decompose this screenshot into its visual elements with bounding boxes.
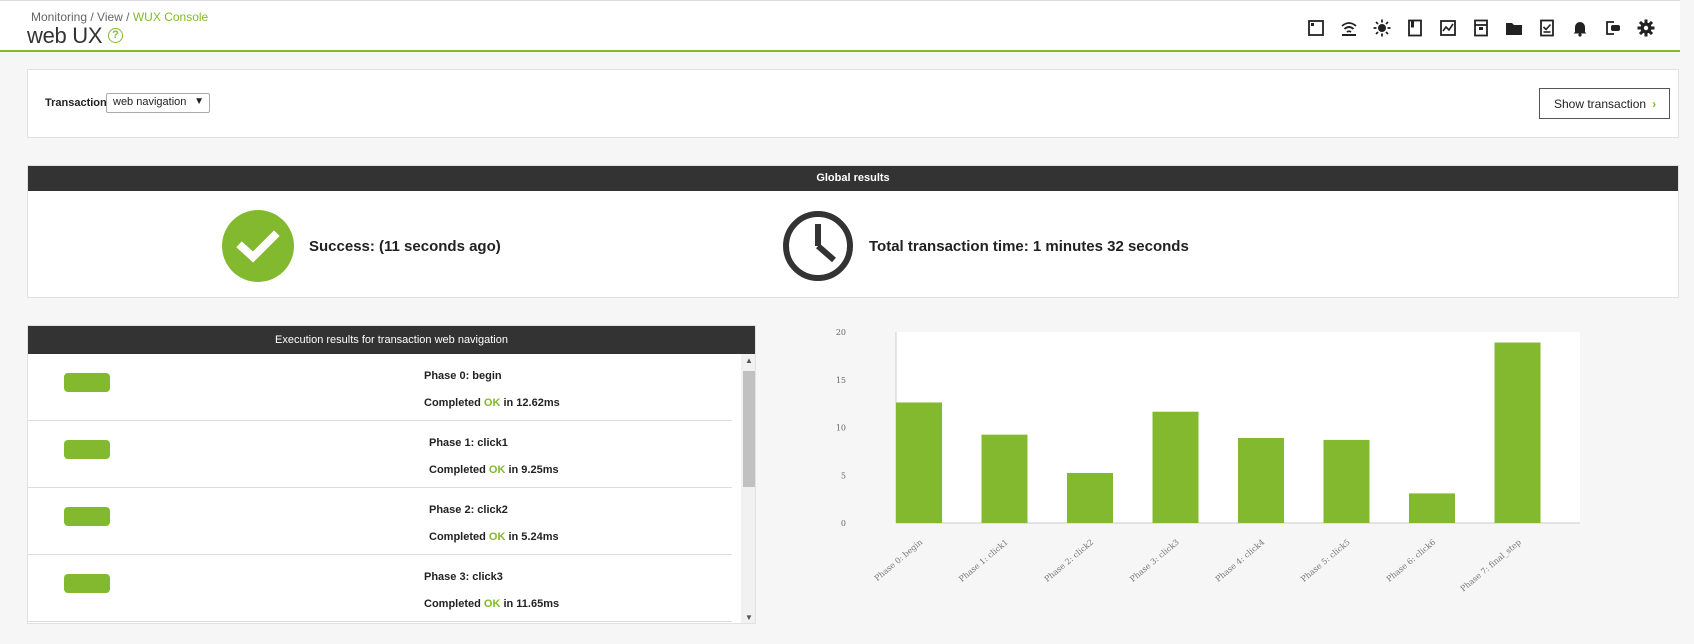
execution-results-list: Phase 0: begin Completed OK in 12.62ms P… (28, 354, 732, 623)
list-item: Phase 0: begin Completed OK in 12.62ms (28, 354, 732, 421)
success-check-icon (222, 210, 294, 282)
wux-console-page: Monitoring / View / WUX Console web UX ? (0, 0, 1694, 644)
list-item: Phase 1: click1 Completed OK in 9.25ms (28, 421, 732, 488)
help-icon[interactable]: ? (108, 28, 123, 43)
x-tick-label: Phase 5: click5 (1299, 538, 1352, 584)
transaction-select[interactable]: web navigation ▼ (106, 93, 210, 113)
scroll-thumb[interactable] (743, 371, 755, 487)
window-icon[interactable] (1306, 18, 1326, 38)
phase-status: Completed OK in 11.65ms (424, 598, 560, 610)
bookmark-icon[interactable] (1405, 18, 1425, 38)
chart-bar (1238, 438, 1284, 523)
chart-bar (1067, 472, 1113, 523)
status-pill (64, 373, 110, 392)
global-results-title: Global results (28, 166, 1678, 191)
breadcrumb: Monitoring / View / WUX Console (31, 10, 209, 24)
chart-icon[interactable] (1438, 18, 1458, 38)
header-toolbar (1306, 18, 1656, 38)
execution-results-title: Execution results for transaction web na… (28, 326, 755, 354)
logout-icon[interactable] (1603, 18, 1623, 38)
y-tick-label: 10 (836, 424, 846, 433)
scroll-up-icon[interactable]: ▲ (741, 354, 755, 368)
page-title: web UX (27, 23, 103, 48)
chart-bar (1152, 411, 1199, 523)
scrollbar[interactable]: ▲ ▼ (741, 354, 755, 623)
phase-status: Completed OK in 9.25ms (429, 464, 559, 476)
folder-icon[interactable] (1504, 18, 1524, 38)
breadcrumb-monitoring[interactable]: Monitoring (31, 10, 87, 24)
y-tick-label: 15 (836, 376, 846, 385)
page-header: Monitoring / View / WUX Console web UX ? (0, 0, 1680, 52)
x-tick-label: Phase 1: click1 (957, 538, 1010, 584)
total-transaction-time: Total transaction time: 1 minutes 32 sec… (869, 238, 1189, 255)
status-pill (64, 440, 110, 459)
phase-name: Phase 1: click1 (429, 437, 508, 449)
x-tick-label: Phase 4: click4 (1214, 538, 1267, 584)
scroll-down-icon[interactable]: ▼ (741, 611, 755, 623)
transaction-label: Transaction (45, 97, 107, 109)
phase-name: Phase 3: click3 (424, 571, 503, 583)
chart-bar (981, 434, 1028, 523)
dropdown-arrow-icon: ▼ (194, 96, 204, 107)
chart-bar (1409, 493, 1455, 523)
execution-results-panel: Execution results for transaction web na… (27, 325, 756, 624)
list-item: Phase 3: click3 Completed OK in 11.65ms (28, 555, 732, 622)
bell-icon[interactable] (1570, 18, 1590, 38)
show-transaction-label: Show transaction (1554, 97, 1647, 111)
x-tick-label: Phase 0: begin (873, 538, 925, 583)
chart-bar (896, 402, 942, 523)
phase-status: Completed OK in 12.62ms (424, 397, 560, 409)
y-tick-label: 5 (841, 471, 846, 480)
chart-bar (1323, 439, 1370, 523)
wifi-icon[interactable] (1339, 18, 1359, 38)
archive-icon[interactable] (1471, 18, 1491, 38)
x-tick-label: Phase 7: final_step (1459, 538, 1523, 594)
phase-status: Completed OK in 5.24ms (429, 531, 559, 543)
y-tick-label: 20 (836, 328, 846, 337)
transaction-selected-value: web navigation (113, 96, 187, 108)
show-transaction-button[interactable]: Show transaction › (1539, 88, 1670, 119)
gear-icon[interactable] (1636, 18, 1656, 38)
transaction-panel: Transaction web navigation ▼ Show transa… (27, 69, 1679, 138)
status-pill (64, 574, 110, 593)
global-results-panel: Global results Success: (11 seconds ago)… (27, 165, 1679, 298)
x-tick-label: Phase 3: click3 (1128, 538, 1181, 584)
phase-name: Phase 2: click2 (429, 504, 508, 516)
status-pill (64, 507, 110, 526)
sun-icon[interactable] (1372, 18, 1392, 38)
y-tick-label: 0 (841, 519, 846, 528)
x-tick-label: Phase 6: click6 (1385, 538, 1438, 584)
x-tick-label: Phase 2: click2 (1043, 538, 1096, 584)
phase-name: Phase 0: begin (424, 370, 502, 382)
breadcrumb-view[interactable]: View (97, 10, 123, 24)
list-item: Phase 2: click2 Completed OK in 5.24ms (28, 488, 732, 555)
checklist-icon[interactable] (1537, 18, 1557, 38)
success-status-text: Success: (11 seconds ago) (309, 238, 501, 255)
bar-chart: 0 5 10 15 20 Phase 0: begin Phase 1: click1 Pha… (836, 328, 1580, 594)
breadcrumb-wux-console[interactable]: WUX Console (133, 10, 208, 24)
phase-time-chart: 0 5 10 15 20 Phase 0: begin Phase 1: click1 Pha… (810, 322, 1590, 594)
chart-bar (1494, 342, 1541, 523)
chevron-right-icon: › (1652, 97, 1657, 111)
clock-icon (782, 210, 854, 282)
